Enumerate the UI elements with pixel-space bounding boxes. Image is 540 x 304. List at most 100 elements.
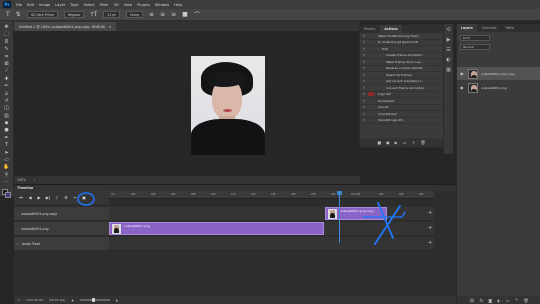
path-select-tool-icon[interactable]: ➤ [2, 150, 12, 156]
delete-action-icon[interactable]: 🗑 [421, 140, 426, 145]
warp-text-icon[interactable]: ⌒ [194, 10, 200, 19]
link-layers-icon[interactable]: ⛓ [469, 298, 474, 303]
properties-panel-icon[interactable]: ☰ [446, 47, 450, 53]
add-audio-button[interactable]: + [428, 240, 432, 246]
action-toggle-check-icon[interactable]: ✓ [360, 66, 368, 70]
zoom-level[interactable]: 100% [17, 178, 26, 182]
layer-row[interactable]: ◉ outpost0001.png [457, 81, 540, 94]
more-tools-icon[interactable]: ··· [2, 179, 12, 185]
mask-icon[interactable]: ◙ [488, 298, 492, 303]
action-toggle-check-icon[interactable]: ✓ [360, 86, 368, 90]
background-color-swatch[interactable] [4, 191, 11, 198]
action-toggle-check-icon[interactable]: ✓ [360, 118, 368, 122]
action-toggle-check-icon[interactable]: ✓ [360, 47, 368, 51]
video-clip[interactable]: outpost0001.png copy [325, 207, 387, 220]
previous-frame-icon[interactable]: ◀ [27, 195, 33, 200]
action-toggle-check-icon[interactable]: ✓ [360, 40, 368, 44]
action-toggle-check-icon[interactable]: ✓ [360, 112, 368, 116]
frame-tool-icon[interactable]: ⊠ [2, 61, 12, 67]
tab-paths[interactable]: Paths [502, 24, 519, 32]
group-icon[interactable]: ▭ [506, 298, 510, 303]
menu-3d[interactable]: 3D [114, 3, 119, 7]
transition-icon[interactable]: ▣ [81, 195, 87, 200]
zoom-tool-icon[interactable]: ⚲ [2, 172, 12, 178]
menu-view[interactable]: View [124, 3, 133, 7]
font-size-select[interactable]: 21 pt [103, 11, 120, 18]
record-icon[interactable]: ● [386, 140, 390, 145]
track-label[interactable]: › outpost0001.png [14, 222, 109, 236]
tab-layers[interactable]: Layers [457, 24, 477, 32]
lasso-tool-icon[interactable]: ᘓ [2, 39, 12, 45]
move-tool-icon[interactable]: ✥ [2, 24, 12, 30]
dialog-toggle-box[interactable] [368, 66, 374, 70]
add-media-button[interactable]: + [428, 210, 432, 216]
playhead[interactable] [337, 191, 342, 243]
antialias-select[interactable]: Sharp [125, 11, 144, 18]
quick-select-tool-icon[interactable]: ✎ [2, 46, 12, 52]
settings-icon[interactable]: ⚙ [63, 195, 69, 200]
next-frame-icon[interactable]: ▶| [45, 195, 51, 200]
align-center-icon[interactable]: ≡ [160, 11, 165, 18]
brush-tool-icon[interactable]: ✏ [2, 83, 12, 89]
action-toggle-check-icon[interactable]: ✓ [360, 60, 368, 64]
zoom-in-icon[interactable]: ▲ [116, 298, 118, 302]
zoom-out-icon[interactable]: ▲ [71, 298, 73, 302]
type-tool-icon[interactable]: T [6, 11, 10, 18]
menu-file[interactable]: File [16, 3, 22, 7]
dialog-toggle-box[interactable] [368, 79, 374, 83]
action-row[interactable]: ✓ › moodd4 logo #1 [360, 118, 443, 124]
menu-image[interactable]: Image [39, 3, 50, 7]
audio-lane[interactable] [109, 237, 434, 251]
eraser-tool-icon[interactable]: ◫ [2, 105, 12, 111]
blend-mode-select[interactable]: Normal [460, 44, 490, 50]
fx-icon[interactable]: fx [480, 298, 484, 303]
split-at-playhead-icon[interactable]: ✂ [72, 195, 78, 200]
action-toggle-check-icon[interactable]: ✓ [360, 79, 368, 83]
tab-channels[interactable]: Channels [478, 24, 501, 32]
action-toggle-check-icon[interactable]: ✓ [360, 105, 368, 109]
tab-actions[interactable]: Actions [380, 25, 402, 33]
video-clip[interactable]: outpost0001.png [109, 222, 324, 235]
document-tab[interactable]: Untitled-1 @ 100% (outpost0001.png copy,… [14, 22, 117, 31]
menu-edit[interactable]: Edit [27, 3, 34, 7]
timeline-zoom-slider[interactable] [79, 298, 110, 302]
text-orientation-icon[interactable]: ⇅ [16, 11, 21, 18]
dialog-toggle-box[interactable] [368, 60, 374, 64]
menu-select[interactable]: Select [84, 3, 95, 7]
canvas-area[interactable] [14, 31, 360, 176]
status-arrow-icon[interactable]: › [34, 178, 35, 182]
new-action-icon[interactable]: ＋ [412, 140, 416, 146]
actions-panel-icon[interactable]: ▶ [447, 37, 451, 43]
audio-icon[interactable]: ♪ [54, 195, 60, 200]
menu-plugins[interactable]: Plugins [137, 3, 150, 7]
menu-help[interactable]: Help [174, 3, 182, 7]
dialog-toggle-box[interactable] [368, 73, 374, 77]
action-toggle-check-icon[interactable]: ✓ [360, 99, 368, 103]
crop-tool-icon[interactable]: ⌗ [2, 54, 12, 60]
color-swatches[interactable] [1, 188, 12, 198]
clone-stamp-tool-icon[interactable]: ♙ [2, 91, 12, 97]
libraries-panel-icon[interactable]: ▦ [446, 67, 451, 73]
dialog-toggle-box[interactable] [368, 86, 374, 90]
action-toggle-check-icon[interactable]: ✓ [360, 34, 368, 38]
rectangle-tool-icon[interactable]: ▭ [2, 157, 12, 163]
color-swatch-icon[interactable]: ■ [182, 11, 188, 18]
track-lane[interactable]: outpost0001.png [109, 222, 434, 236]
render-video-icon[interactable]: ⇤ [18, 298, 21, 302]
dialog-toggle-box[interactable] [368, 47, 374, 51]
layer-row[interactable]: ◉ outpost0001.png copy [457, 67, 540, 80]
layer-filter-kind[interactable]: Kind [460, 35, 490, 41]
close-tab-icon[interactable]: × [108, 25, 111, 29]
blur-tool-icon[interactable]: ◆ [2, 120, 12, 126]
action-toggle-check-icon[interactable]: ✓ [360, 92, 368, 96]
marquee-tool-icon[interactable]: ⬚ [2, 31, 12, 37]
expand-track-icon[interactable]: › [17, 227, 18, 231]
expand-track-icon[interactable]: › [17, 212, 18, 216]
new-layer-icon[interactable]: ＋ [514, 297, 518, 303]
gradient-tool-icon[interactable]: ▥ [2, 113, 12, 119]
delete-layer-icon[interactable]: 🗑 [523, 298, 528, 303]
play-icon[interactable]: ▶ [395, 140, 398, 145]
track-lane[interactable]: outpost0001.png copy [109, 207, 434, 221]
menu-window[interactable]: Window [155, 3, 169, 7]
new-set-icon[interactable]: ▭ [403, 140, 407, 145]
